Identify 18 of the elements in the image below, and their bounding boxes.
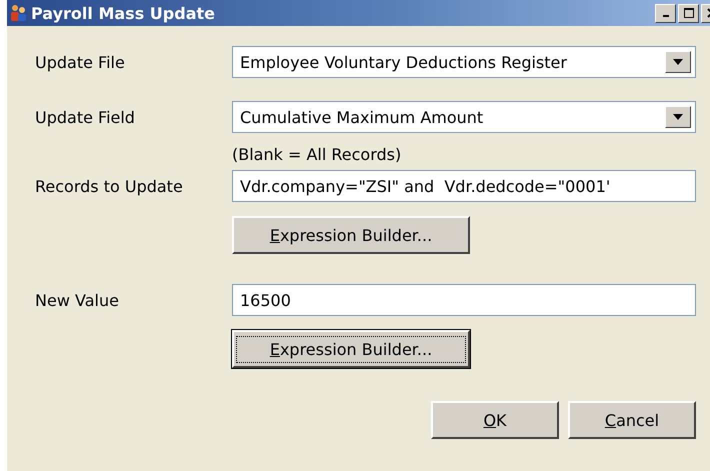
hint-text: (Blank = All Records): [232, 145, 402, 164]
minimize-button[interactable]: [655, 4, 676, 22]
maximize-button[interactable]: [678, 4, 699, 22]
field-label: Update Field: [35, 108, 136, 126]
dropdown[interactable]: Employee Voluntary Deductions Register: [232, 46, 696, 78]
window-title: Payroll Mass Update: [31, 4, 216, 22]
expression-builder-button[interactable]: Expression Builder...: [232, 216, 470, 254]
field-label: New Value: [35, 290, 120, 310]
cancel-button[interactable]: Cancel: [568, 401, 696, 439]
input-field[interactable]: Vdr.company="ZSI" and Vdr.dedcode="0001': [232, 170, 696, 202]
field-label: Update File: [35, 52, 126, 72]
input-field[interactable]: 16500: [232, 284, 696, 316]
field-label: Records to Update: [35, 176, 184, 196]
expression-builder-button[interactable]: Expression Builder...: [232, 330, 470, 368]
ok-button[interactable]: OK: [431, 401, 559, 439]
people-icon: [9, 4, 27, 22]
maximize-icon: [684, 8, 694, 18]
dropdown[interactable]: Cumulative Maximum Amount: [232, 101, 696, 133]
